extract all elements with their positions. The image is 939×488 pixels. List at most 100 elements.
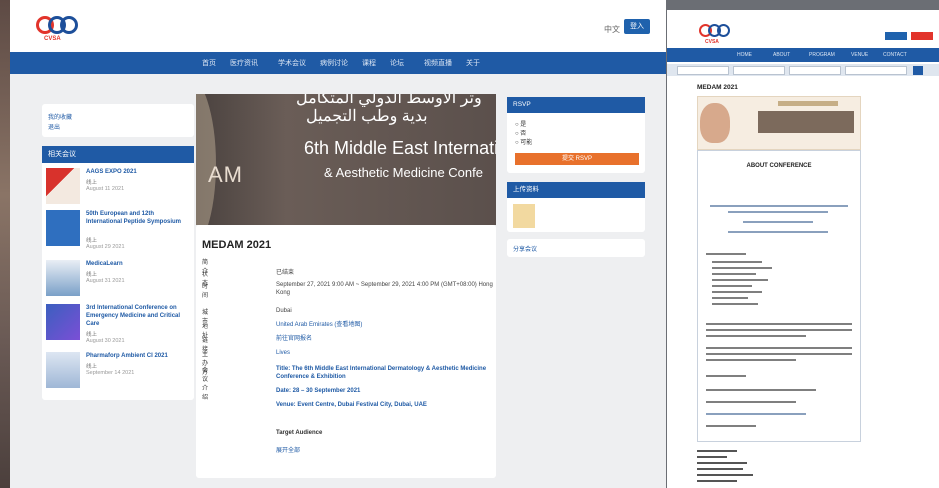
event-date: August 30 2021 — [86, 338, 125, 344]
organizer-link[interactable]: Lives — [276, 349, 496, 357]
conference-title: MEDAM 2021 — [202, 239, 272, 251]
nav-item[interactable]: 关于 — [466, 58, 480, 68]
nav-item[interactable]: 论坛 — [390, 58, 404, 68]
site-logo[interactable]: CVSA — [36, 14, 82, 44]
nav-item[interactable]: 课程 — [362, 58, 376, 68]
event-title[interactable]: 50th European and 12th International Pep… — [86, 210, 190, 226]
footer-line — [697, 468, 743, 470]
related-event-item[interactable]: AAGS EXPO 2021 线上 August 11 2021 — [46, 168, 190, 208]
right-login-button[interactable] — [885, 32, 907, 40]
about-heading: ABOUT CONFERENCE — [746, 163, 812, 169]
event-location: 线上 — [86, 332, 98, 338]
search-field[interactable] — [789, 66, 841, 75]
right-logo[interactable]: CVSA — [699, 22, 739, 46]
banner-info-box — [758, 111, 854, 133]
content-line — [706, 413, 806, 415]
right-nav-item[interactable]: HOME — [737, 52, 752, 58]
intro-title: Title: The 6th Middle East International… — [276, 366, 487, 380]
browser-window-right: CVSA HOME ABOUT PROGRAM VENUE CONTACT ME… — [667, 10, 939, 488]
search-field[interactable] — [845, 66, 907, 75]
banner-brand: AM — [208, 162, 243, 187]
event-date: August 29 2021 — [86, 244, 125, 250]
event-date: August 11 2021 — [86, 186, 125, 192]
nav-item[interactable]: 病例讨论 — [320, 58, 348, 68]
right-search-bar — [667, 64, 939, 76]
nav-item[interactable]: 视频直播 — [424, 58, 452, 68]
content-line — [712, 303, 758, 305]
rsvp-panel: RSVP ○ 是 ○ 否 ○ 可能 提交 RSVP — [507, 97, 645, 173]
login-button[interactable]: 登入 — [624, 19, 650, 34]
event-location: 线上 — [86, 364, 98, 370]
content-line — [712, 285, 752, 287]
right-logo-text: CVSA — [705, 39, 719, 45]
field-key: 会议介绍 — [202, 368, 209, 401]
rsvp-submit-button[interactable]: 提交 RSVP — [515, 153, 639, 165]
content-line — [706, 375, 746, 377]
event-thumbnail — [46, 260, 80, 296]
search-field[interactable] — [677, 66, 729, 75]
content-line — [712, 291, 762, 293]
website-link[interactable]: 前往官网报名 — [276, 335, 496, 343]
event-location: 线上 — [86, 272, 98, 278]
address-link[interactable]: United Arab Emirates (查看地图) — [276, 321, 496, 329]
upload-thumbnail[interactable] — [513, 204, 535, 228]
event-thumbnail — [46, 352, 80, 388]
banner-title-line2: & Aesthetic Medicine Confe — [324, 165, 483, 180]
event-title[interactable]: Pharmaforp Ambient CI 2021 — [86, 352, 190, 360]
rsvp-option-yes[interactable]: ○ 是 — [515, 119, 526, 128]
search-field[interactable] — [733, 66, 785, 75]
nav-item[interactable]: 医疗资讯 — [230, 58, 258, 68]
related-event-item[interactable]: 3rd International Conference on Emergenc… — [46, 304, 190, 344]
intro-venue: Venue: Event Centre, Dubai Festival City… — [276, 402, 427, 408]
right-nav-item[interactable]: ABOUT — [773, 52, 790, 58]
language-switch[interactable]: 中文 — [604, 24, 620, 35]
field-value: Dubai — [276, 308, 292, 314]
event-title[interactable]: MedicaLearn — [86, 260, 190, 268]
event-title[interactable]: AAGS EXPO 2021 — [86, 168, 190, 176]
option-label: 可能 — [520, 140, 533, 146]
main-nav: 首页 医疗资讯 学术会议 病例讨论 课程 论坛 视频直播 关于 — [10, 52, 666, 74]
right-nav-item[interactable]: PROGRAM — [809, 52, 835, 58]
event-location: 线上 — [86, 238, 98, 244]
right-page-title: MEDAM 2021 — [697, 84, 738, 91]
content-line — [728, 231, 828, 233]
footer-line — [697, 462, 747, 464]
logout-link[interactable]: 退出 — [48, 122, 60, 131]
related-events-header: 相关会议 — [42, 146, 194, 163]
intro-date: Date: 28 – 30 September 2021 — [276, 388, 361, 394]
favorites-link[interactable]: 我的收藏 — [48, 112, 72, 121]
banner-portrait — [700, 103, 730, 143]
share-link[interactable]: 分享会议 — [513, 244, 537, 253]
field-value: 已结束 — [276, 270, 295, 276]
footer-line — [697, 450, 737, 452]
expand-all-link[interactable]: 展开全部 — [276, 447, 496, 455]
related-events-panel: 相关会议 AAGS EXPO 2021 线上 August 11 2021 50… — [42, 146, 194, 400]
right-nav-item[interactable]: CONTACT — [883, 52, 907, 58]
top-bar: CVSA 中文 登入 — [10, 0, 666, 52]
nav-item[interactable]: 学术会议 — [278, 58, 306, 68]
right-nav-item[interactable]: VENUE — [851, 52, 868, 58]
content-line — [706, 329, 852, 331]
event-thumbnail — [46, 168, 80, 204]
content-line — [712, 273, 756, 275]
search-icon[interactable] — [913, 66, 923, 75]
event-title[interactable]: 3rd International Conference on Emergenc… — [86, 304, 190, 328]
related-event-item[interactable]: MedicaLearn 线上 August 31 2021 — [46, 260, 190, 300]
banner-decoration — [196, 94, 216, 225]
right-content-box: ABOUT CONFERENCE — [697, 150, 861, 442]
rsvp-option-maybe[interactable]: ○ 可能 — [515, 137, 532, 146]
related-event-item[interactable]: 50th European and 12th International Pep… — [46, 210, 190, 250]
rsvp-option-no[interactable]: ○ 否 — [515, 128, 526, 137]
related-event-item[interactable]: Pharmaforp Ambient CI 2021 线上 September … — [46, 352, 190, 392]
event-location: 线上 — [86, 180, 98, 186]
event-thumbnail — [46, 210, 80, 246]
content-line — [712, 279, 768, 281]
banner-title-line1: 6th Middle East Internati — [304, 138, 496, 158]
content-line — [712, 297, 748, 299]
content-line — [706, 335, 806, 337]
intro-audience: Target Audience — [276, 430, 323, 436]
content-line — [706, 359, 796, 361]
right-register-button[interactable] — [911, 32, 933, 40]
rsvp-header: RSVP — [507, 97, 645, 113]
nav-item[interactable]: 首页 — [202, 58, 216, 68]
